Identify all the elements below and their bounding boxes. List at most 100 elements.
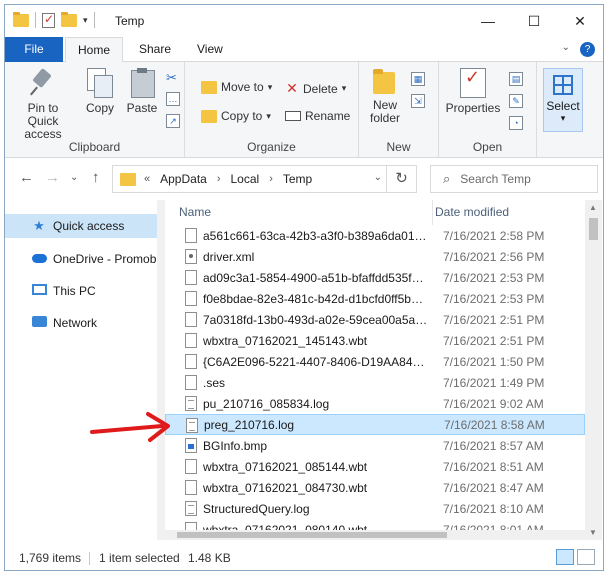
table-row[interactable]: ad09c3a1-5854-4900-a51b-bfaffdd535f1.t..… xyxy=(165,267,585,288)
history-button[interactable]: ◔ xyxy=(509,116,523,130)
column-header-name[interactable]: Name xyxy=(179,200,211,225)
scroll-up-arrow-icon[interactable]: ▲ xyxy=(589,203,597,212)
table-row[interactable]: wbxtra_07162021_084730.wbt 7/16/2021 8:47… xyxy=(165,477,585,498)
nav-item-quick-access[interactable]: ★ Quick access xyxy=(5,214,157,238)
tab-home[interactable]: Home xyxy=(65,37,124,63)
search-box[interactable]: ⌕ Search Temp xyxy=(430,165,598,193)
recent-locations-chevron-icon[interactable]: ⌄ xyxy=(70,172,78,183)
rename-icon xyxy=(285,111,301,121)
select-button[interactable]: Select ▾ xyxy=(543,68,583,132)
paste-shortcut-button[interactable]: ↗ xyxy=(166,114,180,128)
nav-item-network[interactable]: Network xyxy=(5,311,157,335)
tab-share[interactable]: Share xyxy=(127,37,183,62)
address-history-chevron-icon[interactable]: ⌄ xyxy=(374,172,382,183)
new-item-button[interactable]: ▦ xyxy=(411,72,425,86)
copy-button[interactable]: Copy xyxy=(83,68,117,115)
file-name: ad09c3a1-5854-4900-a51b-bfaffdd535f1.t..… xyxy=(203,270,429,285)
vertical-scrollbar[interactable]: ▲ ▼ xyxy=(585,200,602,540)
table-row[interactable]: f0e8bdae-82e3-481c-b42d-d1bcfd0ff5b8....… xyxy=(165,288,585,309)
delete-button[interactable]: ✕ Delete ▾ xyxy=(285,80,346,97)
move-to-button[interactable]: Move to ▾ xyxy=(201,80,272,94)
file-date-modified: 7/16/2021 9:02 AM xyxy=(443,396,544,411)
up-arrow-icon[interactable]: ↑ xyxy=(92,169,100,186)
file-name: .ses xyxy=(203,375,226,390)
table-row[interactable]: 7a0318fd-13b0-493d-a02e-59cea00a5a9f....… xyxy=(165,309,585,330)
nav-pane-scrollbar[interactable] xyxy=(157,200,165,540)
folder-icon xyxy=(13,11,29,27)
breadcrumb-local[interactable]: Local xyxy=(231,172,260,186)
pin-to-quick-access-button[interactable]: Pin to Quick access xyxy=(11,68,75,141)
address-bar[interactable]: « AppData › Local › Temp ⌄ ↻ xyxy=(112,165,417,193)
overflow-chevrons[interactable]: « xyxy=(144,173,150,185)
copy-to-button[interactable]: Copy to ▾ xyxy=(201,109,271,123)
paste-button[interactable]: Paste xyxy=(123,68,161,115)
search-input[interactable]: Search Temp xyxy=(460,172,530,186)
table-row[interactable]: pu_210716_085834.log 7/16/2021 9:02 AM xyxy=(165,393,585,414)
ribbon-right-controls: ⌄ ? xyxy=(562,42,595,57)
properties-icon[interactable] xyxy=(42,12,55,28)
file-name: wbxtra_07162021_085144.wbt xyxy=(203,459,368,474)
table-row[interactable]: wbxtra_07162021_085144.wbt 7/16/2021 8:51… xyxy=(165,456,585,477)
file-name: StructuredQuery.log xyxy=(203,501,310,516)
table-row[interactable]: StructuredQuery.log 7/16/2021 8:10 AM xyxy=(165,498,585,519)
file-date-modified: 7/16/2021 8:57 AM xyxy=(443,438,544,453)
table-row[interactable]: BGInfo.bmp 7/16/2021 8:57 AM xyxy=(165,435,585,456)
tab-view[interactable]: View xyxy=(185,37,235,62)
customize-toolbar-chevron-icon[interactable]: ▾ xyxy=(83,15,88,26)
table-row[interactable]: wbxtra_07162021_145143.wbt 7/16/2021 2:51… xyxy=(165,330,585,351)
breadcrumb-temp[interactable]: Temp xyxy=(283,172,312,186)
copy-path-button[interactable]: … xyxy=(166,92,180,106)
table-row[interactable]: driver.xml 7/16/2021 2:56 PM xyxy=(165,246,585,267)
chevron-right-icon[interactable]: › xyxy=(269,173,273,185)
cut-button[interactable]: ✂ xyxy=(166,70,177,86)
open-button[interactable]: ▤ xyxy=(509,72,523,86)
new-folder-button[interactable]: New folder xyxy=(363,68,407,125)
nav-item-label: This PC xyxy=(53,284,96,298)
nav-item-this-pc[interactable]: This PC xyxy=(5,279,157,303)
edit-button[interactable]: ✎ xyxy=(509,94,523,108)
tab-file[interactable]: File xyxy=(5,37,63,62)
status-bar: 1,769 items 1 item selected 1.48 KB xyxy=(5,544,603,570)
file-date-modified: 7/16/2021 8:10 AM xyxy=(443,501,544,516)
chevron-right-icon[interactable]: › xyxy=(217,173,221,185)
table-row[interactable]: {C6A2E096-5221-4407-8406-D19AA84DE8... 7/… xyxy=(165,351,585,372)
file-date-modified: 7/16/2021 2:53 PM xyxy=(443,291,545,306)
breadcrumb-appdata[interactable]: AppData xyxy=(160,172,207,186)
new-folder-icon[interactable] xyxy=(61,11,77,27)
scrollbar-thumb[interactable] xyxy=(177,532,447,538)
file-file-icon xyxy=(185,333,197,348)
details-view-icon[interactable] xyxy=(556,549,574,565)
properties-button[interactable]: Properties xyxy=(443,68,503,115)
bmp-file-icon xyxy=(185,438,197,453)
horizontal-scrollbar[interactable] xyxy=(165,530,585,540)
large-icons-view-icon[interactable] xyxy=(577,549,595,565)
minimize-button[interactable]: — xyxy=(465,5,511,37)
ribbon: Pin to Quick access Copy Paste ✂ … ↗ Cli… xyxy=(5,62,603,158)
scroll-down-arrow-icon[interactable]: ▼ xyxy=(589,528,597,537)
delete-label: Delete xyxy=(303,81,338,96)
back-arrow-icon[interactable]: ← xyxy=(19,169,34,186)
search-icon: ⌕ xyxy=(443,171,451,186)
maximize-button[interactable]: ☐ xyxy=(511,5,557,37)
table-row[interactable]: a561c661-63ca-42b3-a3f0-b389a6da01bb... 7… xyxy=(165,225,585,246)
refresh-icon[interactable]: ↻ xyxy=(386,166,416,192)
rename-button[interactable]: Rename xyxy=(285,109,350,123)
nav-item-onedrive[interactable]: OneDrive - Promob xyxy=(5,247,157,271)
file-date-modified: 7/16/2021 2:51 PM xyxy=(443,312,545,327)
table-row[interactable]: .ses 7/16/2021 1:49 PM xyxy=(165,372,585,393)
column-divider[interactable] xyxy=(432,200,433,225)
table-row-selected[interactable]: preg_210716.log 7/16/2021 8:58 AM xyxy=(165,414,585,435)
forward-arrow-icon[interactable]: → xyxy=(45,169,60,186)
expand-ribbon-chevron-icon[interactable]: ⌄ xyxy=(562,42,570,57)
close-button[interactable]: ✕ xyxy=(557,5,603,37)
column-header-date-modified[interactable]: Date modified xyxy=(435,200,509,225)
file-date-modified: 7/16/2021 2:51 PM xyxy=(443,333,545,348)
help-icon[interactable]: ? xyxy=(580,42,595,57)
file-name: preg_210716.log xyxy=(204,417,295,432)
move-to-label: Move to xyxy=(221,80,264,94)
file-date-modified: 7/16/2021 2:58 PM xyxy=(443,228,545,243)
easy-access-button[interactable]: ⇲ xyxy=(411,94,425,108)
clipboard-group: Pin to Quick access Copy Paste ✂ … ↗ Cli… xyxy=(5,62,185,158)
log-file-icon xyxy=(185,396,197,411)
scrollbar-thumb[interactable] xyxy=(589,218,598,240)
